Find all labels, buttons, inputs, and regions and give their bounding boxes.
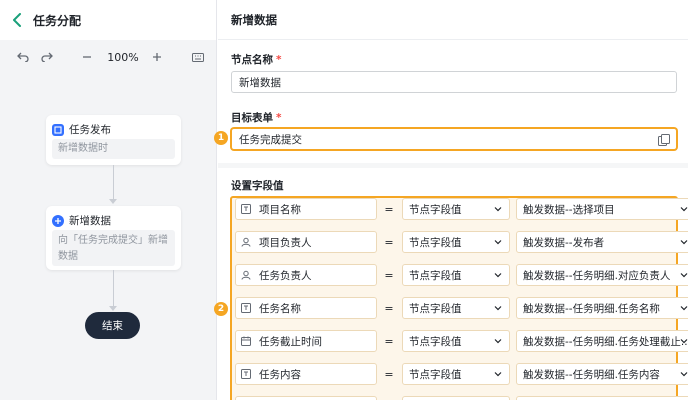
value-type-select[interactable]: 节点字段值 [402, 363, 510, 385]
node-title: 新增数据 [69, 215, 111, 227]
equals-operator: = [384, 235, 394, 249]
value-source-select[interactable]: 触发数据--任务明细.任务内容 [516, 363, 688, 385]
field-name-cell[interactable]: 任务名称 [235, 297, 377, 319]
field-name-cell[interactable]: 项目负责人 [235, 231, 377, 253]
canvas-toolbar: 100% [0, 40, 216, 74]
zoom-level: 100% [107, 50, 139, 64]
value-type-select[interactable]: 节点字段值 [402, 198, 510, 220]
calendar-icon [239, 334, 253, 348]
chevron-down-icon [494, 207, 502, 212]
value-type-select[interactable] [402, 396, 510, 400]
connector-line [113, 165, 114, 200]
chevron-down-icon [494, 273, 502, 278]
chevron-down-icon [680, 240, 688, 245]
chevron-down-icon [494, 240, 502, 245]
zoom-out-icon[interactable] [79, 40, 95, 74]
chevron-down-icon [680, 339, 688, 344]
field-mapping-list: 项目名称 = 节点字段值 触发数据--选择项目 项目负责人 = 节点字段值 触发… [230, 196, 688, 400]
field-values-label: 设置字段值 [231, 180, 284, 192]
connector-arrow [109, 306, 117, 311]
chevron-down-icon [494, 339, 502, 344]
form-node-icon [52, 123, 64, 136]
flow-title: 任务分配 [33, 13, 82, 28]
equals-operator: = [384, 268, 394, 282]
field-name-cell[interactable]: 任务截止时间 [235, 330, 377, 352]
equals-operator: = [384, 367, 394, 381]
text-field-icon [239, 301, 253, 315]
flow-end-node[interactable]: 结束 [85, 312, 140, 339]
node-description: 向「任务完成提交」新增数据 [52, 230, 175, 266]
field-name-cell[interactable]: 任务负责人 [235, 264, 377, 286]
equals-operator: = [384, 202, 394, 216]
person-icon [239, 268, 253, 282]
chevron-down-icon [680, 372, 688, 377]
node-name-label: 节点名称 * [231, 54, 282, 66]
copy-form-icon[interactable] [658, 134, 670, 146]
value-source-select[interactable]: 触发数据--选择项目 [516, 198, 688, 220]
value-type-select[interactable]: 节点字段值 [402, 231, 510, 253]
node-description: 新增数据时 [52, 139, 175, 159]
add-data-icon [52, 214, 64, 227]
equals-operator: = [384, 334, 394, 348]
person-icon [239, 235, 253, 249]
panel-title: 新增数据 [218, 0, 688, 40]
connector-line [113, 270, 114, 307]
value-type-select[interactable]: 节点字段值 [402, 297, 510, 319]
flow-node-add-data[interactable]: 新增数据 向「任务完成提交」新增数据 [46, 206, 181, 270]
flow-canvas-pane: 任务分配 100% 任务发布 新增数据时 新增数据 向「任务完成提交」新增数据 … [0, 0, 217, 400]
node-config-panel: 新增数据 节点名称 * 新增数据 目标表单 * 任务完成提交 设置字段值 项目名称 … [214, 0, 688, 400]
chevron-down-icon [680, 306, 688, 311]
back-arrow-icon[interactable] [9, 12, 25, 28]
equals-operator: = [384, 301, 394, 315]
flow-node-task-publish[interactable]: 任务发布 新增数据时 [46, 115, 181, 165]
field-name-cell[interactable]: 项目名称 [235, 198, 377, 220]
target-form-select[interactable]: 任务完成提交 [231, 128, 677, 150]
value-source-select[interactable]: 触发数据--发布者 [516, 231, 688, 253]
connector-arrow [109, 199, 117, 204]
text-field-icon [239, 367, 253, 381]
field-name-cell[interactable]: 任务内容 [235, 363, 377, 385]
undo-icon[interactable] [14, 40, 32, 74]
value-source-select[interactable]: 触发数据--任务明细.任务处理截止... [516, 330, 688, 352]
field-name-cell[interactable] [235, 396, 377, 400]
text-field-icon [239, 202, 253, 216]
value-type-select[interactable]: 节点字段值 [402, 264, 510, 286]
callout-badge: 1 [214, 131, 228, 145]
value-type-select[interactable]: 节点字段值 [402, 330, 510, 352]
chevron-down-icon [494, 372, 502, 377]
redo-icon[interactable] [38, 40, 56, 74]
zoom-in-icon[interactable] [149, 40, 165, 74]
target-form-label: 目标表单 * [231, 112, 282, 124]
flow-header: 任务分配 [0, 0, 216, 40]
node-name-input[interactable]: 新增数据 [231, 71, 677, 93]
callout-badge: 2 [214, 302, 228, 316]
chevron-down-icon [680, 207, 688, 212]
value-source-select[interactable]: 触发数据--任务明细.对应负责人 [516, 264, 688, 286]
chevron-down-icon [680, 273, 688, 278]
chevron-down-icon [494, 306, 502, 311]
target-form-value: 任务完成提交 [239, 133, 302, 146]
section-divider [218, 163, 688, 168]
value-source-select[interactable] [516, 396, 688, 400]
value-source-select[interactable]: 触发数据--任务明细.任务名称 [516, 297, 688, 319]
keyboard-icon[interactable] [189, 40, 207, 74]
node-title: 任务发布 [69, 124, 111, 136]
